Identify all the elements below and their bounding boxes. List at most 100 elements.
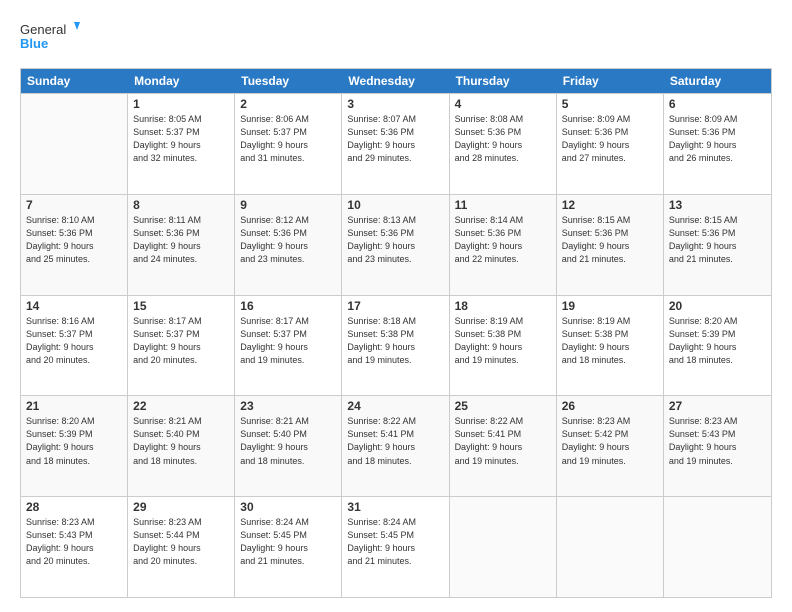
cell-sun-info: Sunrise: 8:23 AMSunset: 5:43 PMDaylight:… bbox=[669, 415, 766, 467]
calendar-cell: 19 Sunrise: 8:19 AMSunset: 5:38 PMDayligh… bbox=[557, 296, 664, 396]
cell-sun-info: Sunrise: 8:21 AMSunset: 5:40 PMDaylight:… bbox=[240, 415, 336, 467]
calendar-row: 1 Sunrise: 8:05 AMSunset: 5:37 PMDaylight… bbox=[21, 93, 771, 194]
cell-day-number: 29 bbox=[133, 500, 229, 514]
cell-sun-info: Sunrise: 8:24 AMSunset: 5:45 PMDaylight:… bbox=[240, 516, 336, 568]
cell-day-number: 27 bbox=[669, 399, 766, 413]
logo: General Blue bbox=[20, 18, 80, 58]
calendar-cell bbox=[21, 94, 128, 194]
svg-text:General: General bbox=[20, 22, 66, 37]
cell-day-number: 16 bbox=[240, 299, 336, 313]
calendar-cell: 26 Sunrise: 8:23 AMSunset: 5:42 PMDayligh… bbox=[557, 396, 664, 496]
calendar-cell: 16 Sunrise: 8:17 AMSunset: 5:37 PMDayligh… bbox=[235, 296, 342, 396]
weekday-header: Tuesday bbox=[235, 69, 342, 93]
cell-sun-info: Sunrise: 8:18 AMSunset: 5:38 PMDaylight:… bbox=[347, 315, 443, 367]
cell-day-number: 25 bbox=[455, 399, 551, 413]
cell-day-number: 20 bbox=[669, 299, 766, 313]
cell-day-number: 9 bbox=[240, 198, 336, 212]
calendar-cell: 25 Sunrise: 8:22 AMSunset: 5:41 PMDayligh… bbox=[450, 396, 557, 496]
logo-svg: General Blue bbox=[20, 18, 80, 58]
calendar-cell: 7 Sunrise: 8:10 AMSunset: 5:36 PMDaylight… bbox=[21, 195, 128, 295]
cell-day-number: 31 bbox=[347, 500, 443, 514]
calendar-cell: 14 Sunrise: 8:16 AMSunset: 5:37 PMDayligh… bbox=[21, 296, 128, 396]
calendar-cell: 20 Sunrise: 8:20 AMSunset: 5:39 PMDayligh… bbox=[664, 296, 771, 396]
calendar-cell: 6 Sunrise: 8:09 AMSunset: 5:36 PMDaylight… bbox=[664, 94, 771, 194]
weekday-header: Sunday bbox=[21, 69, 128, 93]
calendar-cell: 3Sunrise: 8:07 AMSunset: 5:36 PMDaylight… bbox=[342, 94, 449, 194]
cell-day-number: 1 bbox=[133, 97, 229, 111]
cell-sun-info: Sunrise: 8:09 AMSunset: 5:36 PMDaylight:… bbox=[562, 113, 658, 165]
svg-text:Blue: Blue bbox=[20, 36, 48, 51]
cell-sun-info: Sunrise: 8:20 AMSunset: 5:39 PMDaylight:… bbox=[669, 315, 766, 367]
calendar-cell: 29 Sunrise: 8:23 AMSunset: 5:44 PMDayligh… bbox=[128, 497, 235, 597]
page-header: General Blue bbox=[20, 18, 772, 58]
calendar-cell: 2 Sunrise: 8:06 AMSunset: 5:37 PMDaylight… bbox=[235, 94, 342, 194]
cell-day-number: 23 bbox=[240, 399, 336, 413]
cell-day-number: 30 bbox=[240, 500, 336, 514]
cell-day-number: 21 bbox=[26, 399, 122, 413]
cell-day-number: 14 bbox=[26, 299, 122, 313]
calendar-body: 1 Sunrise: 8:05 AMSunset: 5:37 PMDaylight… bbox=[21, 93, 771, 597]
cell-sun-info: Sunrise: 8:06 AMSunset: 5:37 PMDaylight:… bbox=[240, 113, 336, 165]
calendar: SundayMondayTuesdayWednesdayThursdayFrid… bbox=[20, 68, 772, 598]
cell-day-number: 18 bbox=[455, 299, 551, 313]
calendar-cell: 13 Sunrise: 8:15 AMSunset: 5:36 PMDayligh… bbox=[664, 195, 771, 295]
cell-sun-info: Sunrise: 8:15 AMSunset: 5:36 PMDaylight:… bbox=[669, 214, 766, 266]
cell-sun-info: Sunrise: 8:10 AMSunset: 5:36 PMDaylight:… bbox=[26, 214, 122, 266]
weekday-header: Saturday bbox=[664, 69, 771, 93]
cell-day-number: 7 bbox=[26, 198, 122, 212]
cell-day-number: 17 bbox=[347, 299, 443, 313]
cell-day-number: 3 bbox=[347, 97, 443, 111]
cell-sun-info: Sunrise: 8:20 AMSunset: 5:39 PMDaylight:… bbox=[26, 415, 122, 467]
calendar-cell bbox=[557, 497, 664, 597]
weekday-header: Thursday bbox=[450, 69, 557, 93]
calendar-cell: 18Sunrise: 8:19 AMSunset: 5:38 PMDayligh… bbox=[450, 296, 557, 396]
cell-day-number: 22 bbox=[133, 399, 229, 413]
calendar-cell: 30 Sunrise: 8:24 AMSunset: 5:45 PMDayligh… bbox=[235, 497, 342, 597]
cell-sun-info: Sunrise: 8:16 AMSunset: 5:37 PMDaylight:… bbox=[26, 315, 122, 367]
calendar-cell bbox=[450, 497, 557, 597]
calendar-cell: 12Sunrise: 8:15 AMSunset: 5:36 PMDayligh… bbox=[557, 195, 664, 295]
calendar-cell: 11Sunrise: 8:14 AMSunset: 5:36 PMDayligh… bbox=[450, 195, 557, 295]
calendar-cell: 10Sunrise: 8:13 AMSunset: 5:36 PMDayligh… bbox=[342, 195, 449, 295]
cell-day-number: 6 bbox=[669, 97, 766, 111]
cell-sun-info: Sunrise: 8:21 AMSunset: 5:40 PMDaylight:… bbox=[133, 415, 229, 467]
calendar-header: SundayMondayTuesdayWednesdayThursdayFrid… bbox=[21, 69, 771, 93]
calendar-cell: 31 Sunrise: 8:24 AMSunset: 5:45 PMDayligh… bbox=[342, 497, 449, 597]
cell-sun-info: Sunrise: 8:23 AMSunset: 5:42 PMDaylight:… bbox=[562, 415, 658, 467]
cell-sun-info: Sunrise: 8:17 AMSunset: 5:37 PMDaylight:… bbox=[240, 315, 336, 367]
cell-day-number: 15 bbox=[133, 299, 229, 313]
calendar-cell: 9 Sunrise: 8:12 AMSunset: 5:36 PMDaylight… bbox=[235, 195, 342, 295]
cell-sun-info: Sunrise: 8:22 AMSunset: 5:41 PMDaylight:… bbox=[455, 415, 551, 467]
calendar-cell: 15 Sunrise: 8:17 AMSunset: 5:37 PMDayligh… bbox=[128, 296, 235, 396]
cell-sun-info: Sunrise: 8:19 AMSunset: 5:38 PMDaylight:… bbox=[562, 315, 658, 367]
cell-day-number: 2 bbox=[240, 97, 336, 111]
calendar-cell bbox=[664, 497, 771, 597]
cell-day-number: 19 bbox=[562, 299, 658, 313]
calendar-page: General Blue SundayMondayTuesdayWednesda… bbox=[0, 0, 792, 612]
calendar-cell: 24Sunrise: 8:22 AMSunset: 5:41 PMDayligh… bbox=[342, 396, 449, 496]
cell-sun-info: Sunrise: 8:23 AMSunset: 5:43 PMDaylight:… bbox=[26, 516, 122, 568]
cell-day-number: 26 bbox=[562, 399, 658, 413]
cell-day-number: 4 bbox=[455, 97, 551, 111]
calendar-cell: 23 Sunrise: 8:21 AMSunset: 5:40 PMDayligh… bbox=[235, 396, 342, 496]
cell-sun-info: Sunrise: 8:12 AMSunset: 5:36 PMDaylight:… bbox=[240, 214, 336, 266]
calendar-row: 28Sunrise: 8:23 AMSunset: 5:43 PMDayligh… bbox=[21, 496, 771, 597]
cell-sun-info: Sunrise: 8:05 AMSunset: 5:37 PMDaylight:… bbox=[133, 113, 229, 165]
cell-sun-info: Sunrise: 8:15 AMSunset: 5:36 PMDaylight:… bbox=[562, 214, 658, 266]
cell-day-number: 8 bbox=[133, 198, 229, 212]
weekday-header: Monday bbox=[128, 69, 235, 93]
cell-sun-info: Sunrise: 8:13 AMSunset: 5:36 PMDaylight:… bbox=[347, 214, 443, 266]
cell-day-number: 5 bbox=[562, 97, 658, 111]
calendar-cell: 4Sunrise: 8:08 AMSunset: 5:36 PMDaylight… bbox=[450, 94, 557, 194]
cell-sun-info: Sunrise: 8:09 AMSunset: 5:36 PMDaylight:… bbox=[669, 113, 766, 165]
cell-day-number: 13 bbox=[669, 198, 766, 212]
calendar-cell: 17 Sunrise: 8:18 AMSunset: 5:38 PMDayligh… bbox=[342, 296, 449, 396]
cell-sun-info: Sunrise: 8:24 AMSunset: 5:45 PMDaylight:… bbox=[347, 516, 443, 568]
weekday-header: Wednesday bbox=[342, 69, 449, 93]
cell-sun-info: Sunrise: 8:17 AMSunset: 5:37 PMDaylight:… bbox=[133, 315, 229, 367]
cell-sun-info: Sunrise: 8:23 AMSunset: 5:44 PMDaylight:… bbox=[133, 516, 229, 568]
cell-day-number: 24 bbox=[347, 399, 443, 413]
weekday-header: Friday bbox=[557, 69, 664, 93]
cell-sun-info: Sunrise: 8:11 AMSunset: 5:36 PMDaylight:… bbox=[133, 214, 229, 266]
calendar-row: 7 Sunrise: 8:10 AMSunset: 5:36 PMDaylight… bbox=[21, 194, 771, 295]
